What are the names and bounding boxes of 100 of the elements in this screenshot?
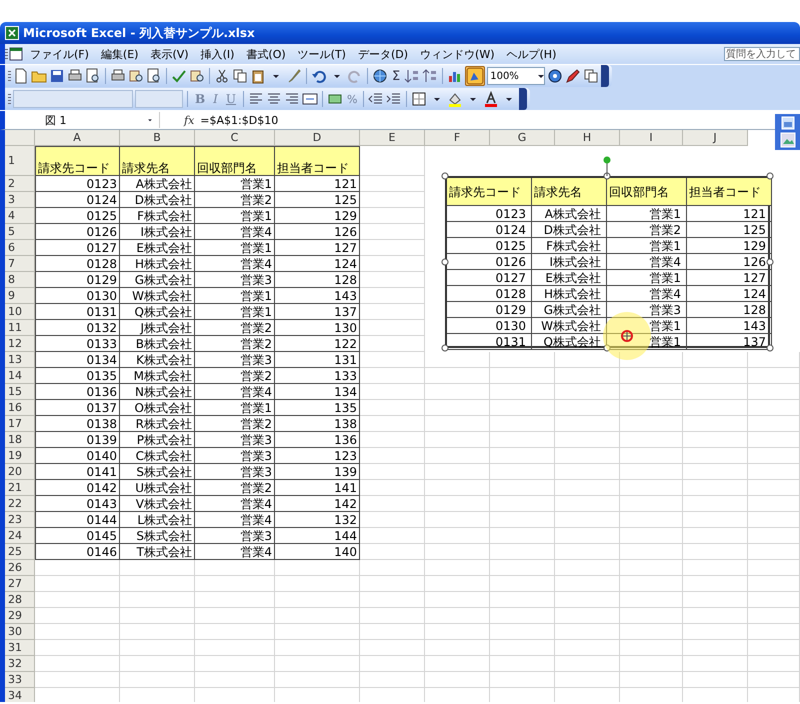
new-file-icon[interactable] [13,68,29,84]
grid-cell[interactable] [490,672,555,688]
grid-cell[interactable] [35,640,120,656]
grid-cell[interactable] [360,624,425,640]
column-header[interactable]: C [195,130,275,146]
column-header[interactable]: I [620,130,683,146]
grid-cell[interactable] [360,416,425,432]
grid-cell[interactable] [35,592,120,608]
grid-cell[interactable] [360,368,425,384]
grid-cell[interactable] [620,416,683,432]
grid-cell[interactable] [490,560,555,576]
name-box[interactable]: 図 1 [5,112,160,128]
grid-cell[interactable] [120,656,195,672]
grid-cell[interactable] [425,656,490,672]
grid-cell[interactable] [275,672,360,688]
grid-cell[interactable] [360,656,425,672]
grid-cell[interactable] [683,656,748,672]
grid-cell[interactable] [490,576,555,592]
grid-cell[interactable] [360,224,425,240]
grid-cell[interactable] [620,384,683,400]
grid-cell[interactable] [490,544,555,560]
grid-cell[interactable] [490,400,555,416]
grid-cell[interactable] [748,416,800,432]
grid-cell[interactable] [555,624,620,640]
grid-cell[interactable] [620,624,683,640]
merge-center-icon[interactable] [302,91,318,107]
grid-cell[interactable] [748,512,800,528]
grid-cell[interactable] [360,320,425,336]
grid-cell[interactable] [490,352,555,368]
dropdown-arrow-icon[interactable] [538,74,544,78]
grid-cell[interactable] [620,368,683,384]
grid-cell[interactable] [620,576,683,592]
grid-cell[interactable] [555,560,620,576]
row-header[interactable]: 7 [5,256,35,272]
grid-cell[interactable] [425,384,490,400]
copy-icon[interactable] [232,68,248,84]
grid-cell[interactable] [425,576,490,592]
picture-toolbar-icon[interactable] [780,116,794,130]
grid-cell[interactable] [555,400,620,416]
grid-cell[interactable] [620,512,683,528]
grid-cell[interactable] [490,656,555,672]
column-header[interactable]: A [35,130,120,146]
grid-cell[interactable] [360,576,425,592]
grid-cell[interactable] [195,672,275,688]
grid-cell[interactable] [360,560,425,576]
formula-field[interactable]: =$A$1:$D$10 [200,114,278,126]
grid-cell[interactable] [425,608,490,624]
grid-cell[interactable] [360,528,425,544]
grid-cell[interactable] [620,432,683,448]
grid-cell[interactable] [683,400,748,416]
row-header[interactable]: 5 [5,224,35,240]
grid-cell[interactable] [620,560,683,576]
grid-cell[interactable] [555,592,620,608]
grid-cell[interactable] [360,400,425,416]
grid-cell[interactable] [748,544,800,560]
grid-cell[interactable] [555,368,620,384]
preview-icon[interactable] [146,68,162,84]
font-dropdown[interactable] [13,90,133,108]
grid-cell[interactable] [748,432,800,448]
grid-cell[interactable] [425,544,490,560]
menu-item[interactable]: 表示(V) [144,46,195,62]
row-header[interactable]: 20 [5,464,35,480]
rotate-handle[interactable] [603,156,611,176]
grid-cell[interactable] [555,672,620,688]
grid-cell[interactable] [35,656,120,672]
pasted-picture[interactable]: 請求先コード 請求先名 回収部門名 担当者コード 0123 A株式会社 営業1 121 0124 D株式会社 営業2 125 0125 F株式会社 営業1 129 0126 I株式会社 営業4 126 0127 E株式会社 営業1 127 0128 H株式会社 営業4 124 0129 G株式会社 営業3 128 0130 W株式会社 営業1 143 0131 Q株式会社 営業1 137 [445,176,770,348]
autosum-button[interactable]: Σ [390,68,402,84]
sort-descending-icon[interactable] [422,68,438,84]
grid-cell[interactable] [360,240,425,256]
row-header[interactable]: 8 [5,272,35,288]
grid-cell[interactable] [360,544,425,560]
grid-cell[interactable] [425,672,490,688]
row-header[interactable]: 4 [5,208,35,224]
resize-handle[interactable] [442,344,448,352]
grid-cell[interactable] [748,528,800,544]
row-header[interactable]: 11 [5,320,35,336]
grid-cell[interactable] [360,592,425,608]
menu-item[interactable]: ファイル(F) [24,46,95,62]
row-header[interactable]: 12 [5,336,35,352]
grid-cell[interactable] [120,640,195,656]
preview-icon[interactable] [85,68,101,84]
column-header[interactable]: J [683,130,748,146]
grid-cell[interactable] [555,432,620,448]
grid-cell[interactable] [275,608,360,624]
grid-cell[interactable] [360,432,425,448]
menu-item[interactable]: 書式(O) [240,46,292,62]
globe-link-icon[interactable] [372,68,388,84]
grid-cell[interactable] [555,544,620,560]
grid-cell[interactable] [35,576,120,592]
grid-cell[interactable] [748,448,800,464]
grid-cell[interactable] [490,432,555,448]
grid-cell[interactable] [490,416,555,432]
menu-item[interactable]: ウィンドウ(W) [414,46,500,62]
grid-cell[interactable] [683,672,748,688]
resize-handle[interactable] [766,172,774,180]
borders-icon[interactable] [411,91,428,107]
document-icon[interactable] [8,46,24,62]
grid-cell[interactable] [620,544,683,560]
grid-cell[interactable] [425,480,490,496]
grid-cell[interactable] [683,352,748,368]
